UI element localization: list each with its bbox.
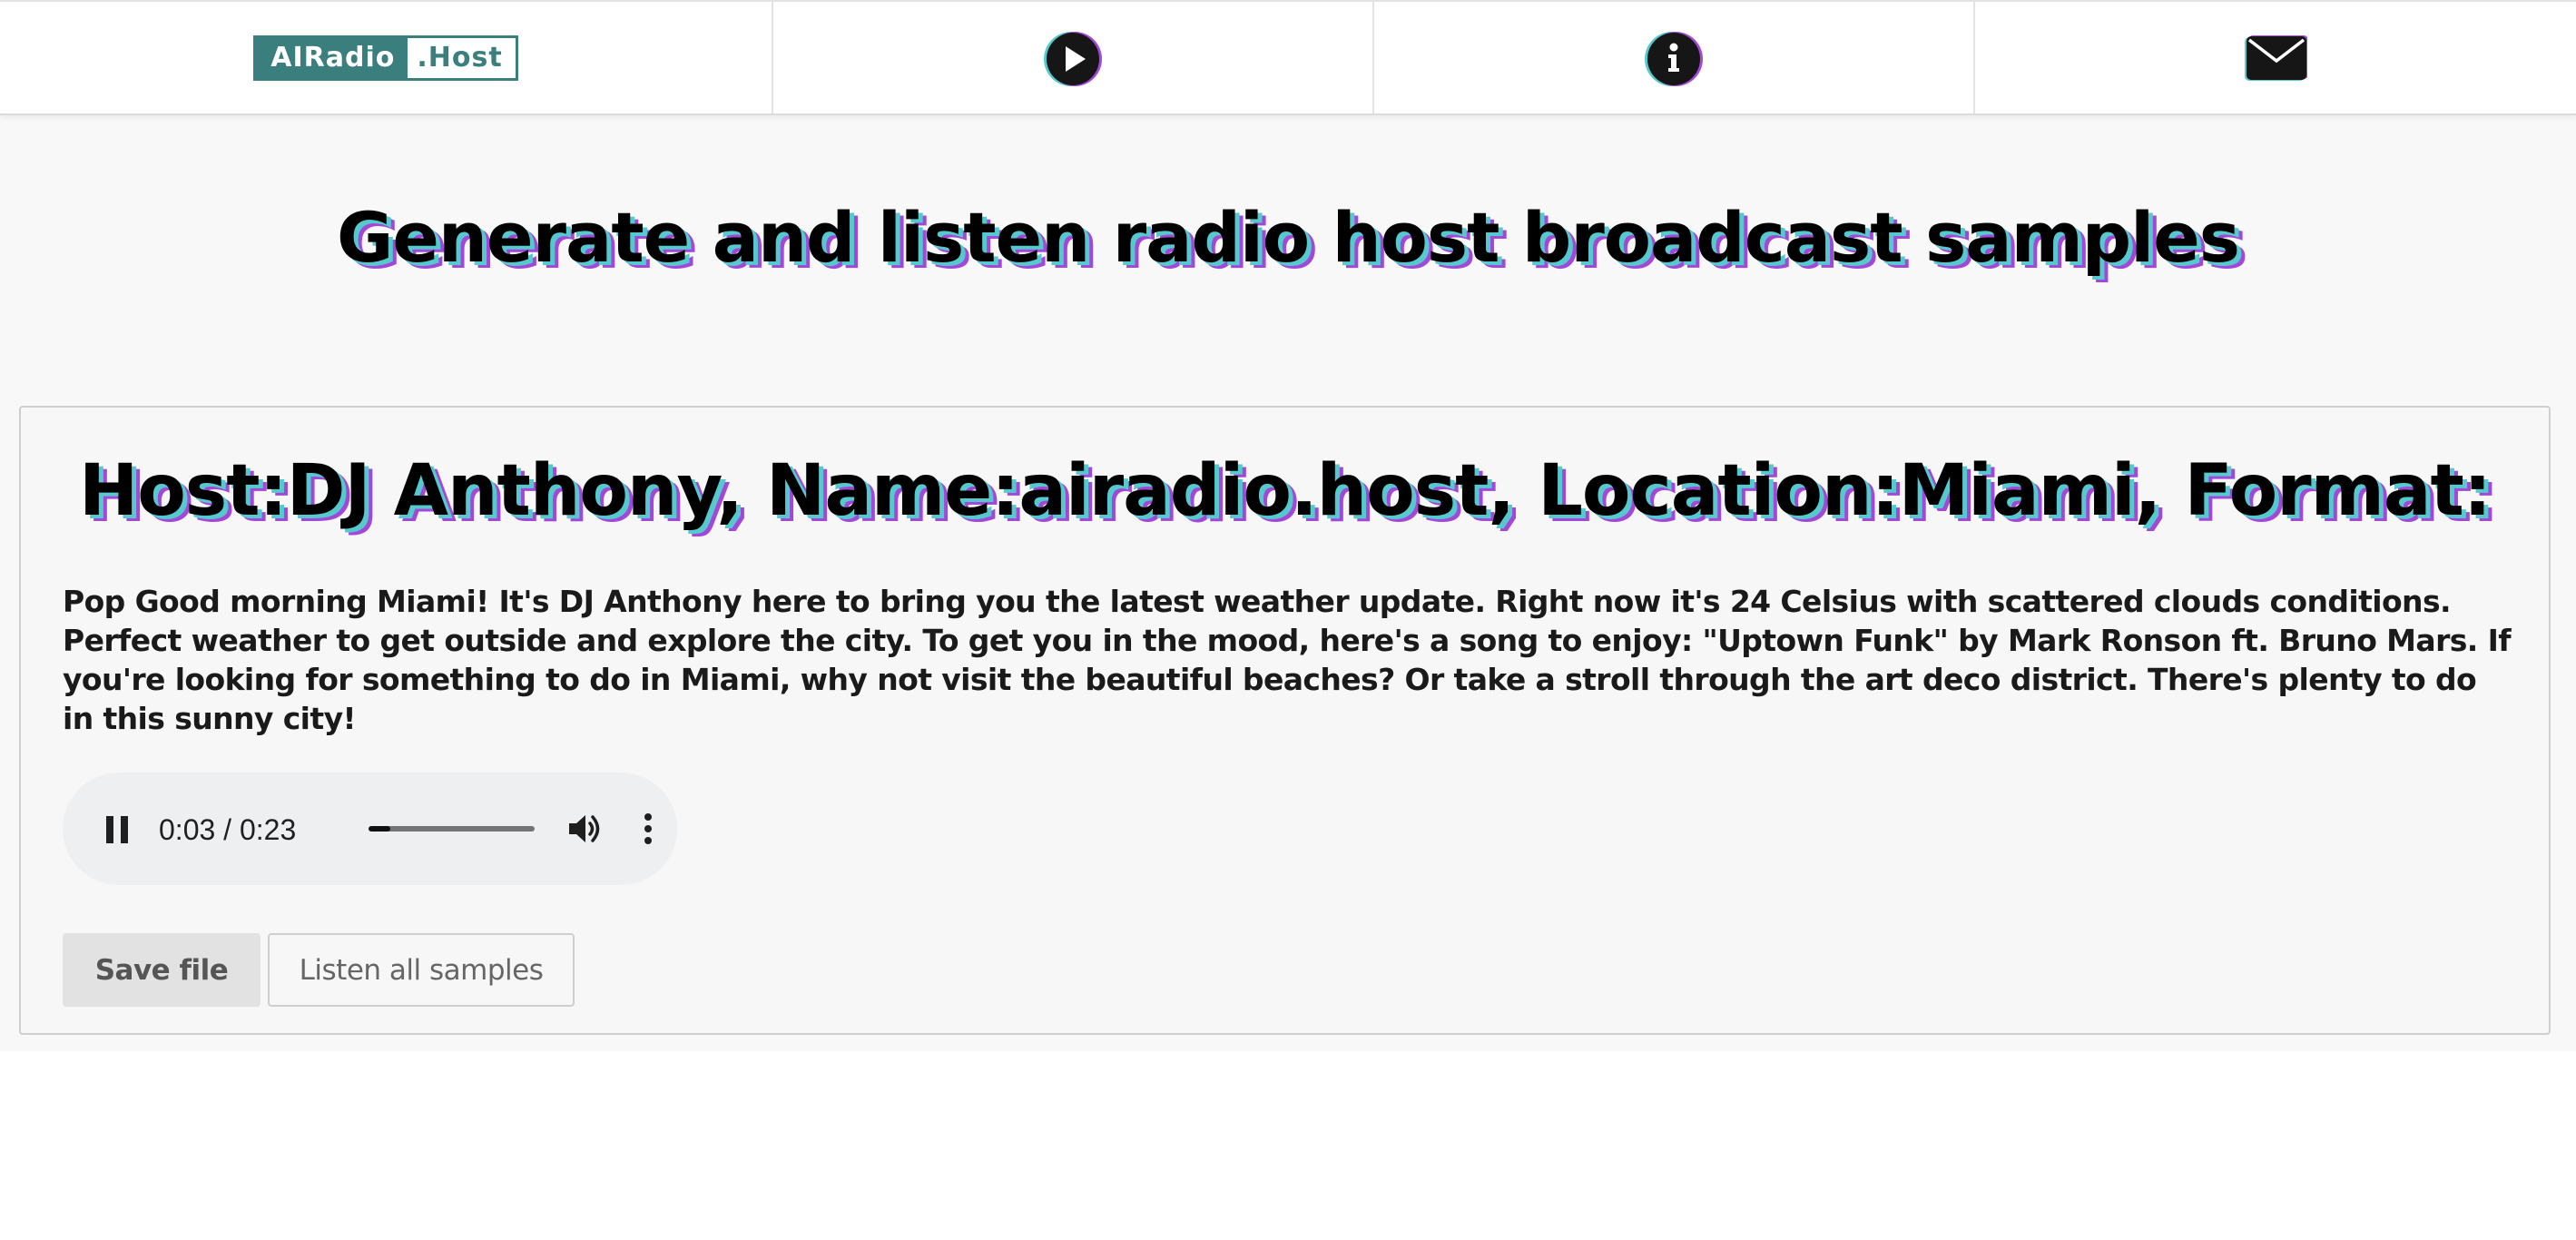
audio-player: 0:03 / 0:23 bbox=[63, 773, 677, 885]
listen-all-samples-button[interactable]: Listen all samples bbox=[268, 933, 575, 1007]
audio-progress-slider[interactable] bbox=[369, 826, 535, 832]
logo-text-right: .Host bbox=[408, 37, 516, 78]
audio-progress-fill bbox=[369, 826, 390, 832]
volume-icon[interactable] bbox=[567, 812, 604, 846]
nav-item-contact[interactable] bbox=[1975, 2, 2576, 113]
nav-item-info[interactable] bbox=[1374, 2, 1975, 113]
top-navbar: AIRadio .Host bbox=[0, 0, 2576, 115]
pause-icon[interactable] bbox=[104, 816, 130, 843]
sample-card: Host:DJ Anthony, Name:airadio.host, Loca… bbox=[19, 406, 2551, 1035]
sample-title: Host:DJ Anthony, Name:airadio.host, Loca… bbox=[78, 450, 2492, 532]
nav-logo-cell: AIRadio .Host bbox=[0, 2, 773, 113]
more-options-icon[interactable] bbox=[644, 812, 653, 845]
logo-text-left: AIRadio bbox=[256, 37, 408, 78]
site-logo[interactable]: AIRadio .Host bbox=[253, 34, 518, 81]
page-title: Generate and listen radio host broadcast… bbox=[336, 197, 2240, 278]
save-file-button[interactable]: Save file bbox=[63, 933, 261, 1007]
play-circle-icon[interactable] bbox=[1041, 28, 1105, 88]
envelope-icon[interactable] bbox=[2244, 28, 2307, 88]
nav-item-play[interactable] bbox=[773, 2, 1374, 113]
audio-time-readout: 0:03 / 0:23 bbox=[159, 813, 297, 846]
info-circle-icon[interactable] bbox=[1642, 28, 1706, 88]
sample-transcript: Pop Good morning Miami! It's DJ Anthony … bbox=[63, 584, 2512, 736]
